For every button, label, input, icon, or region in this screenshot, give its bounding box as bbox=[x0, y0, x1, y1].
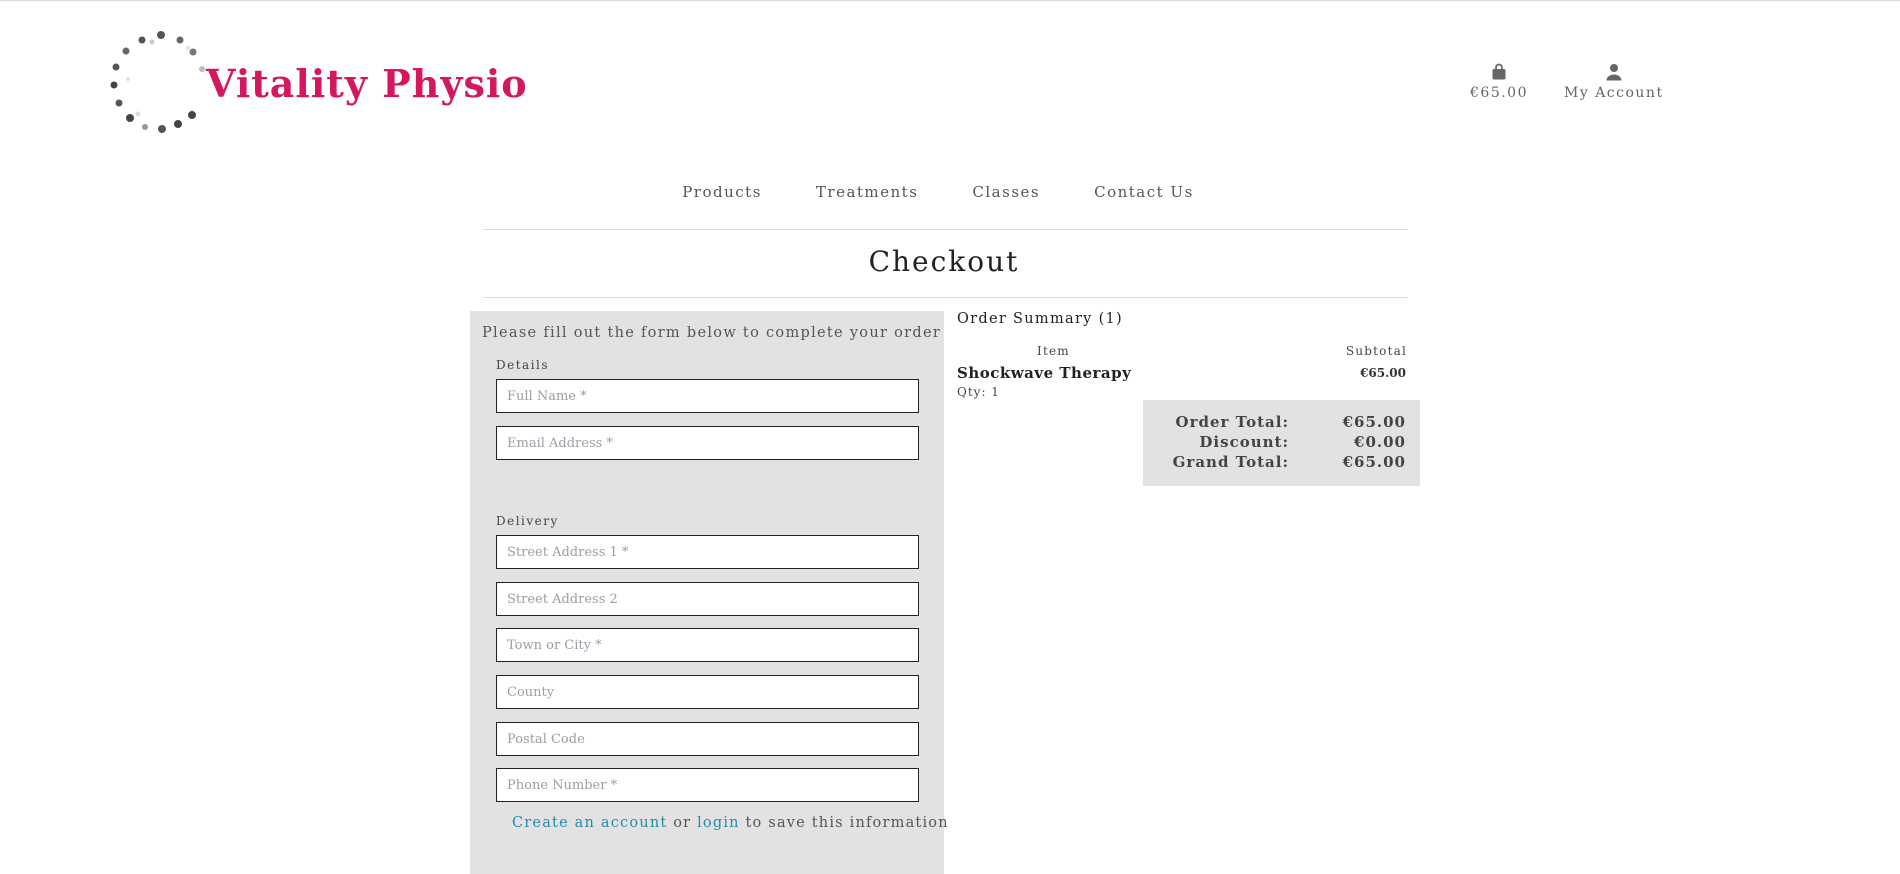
col-head-subtotal: Subtotal bbox=[1345, 344, 1407, 358]
phone-number-input[interactable] bbox=[496, 768, 919, 802]
nav-products[interactable]: Products bbox=[682, 183, 762, 201]
bag-total: €65.00 bbox=[1470, 85, 1528, 101]
details-label: Details bbox=[496, 358, 550, 372]
shopping-bag-button[interactable]: €65.00 bbox=[1470, 63, 1528, 101]
brand-logo[interactable]: Vitality Physio bbox=[108, 29, 528, 137]
delivery-label: Delivery bbox=[496, 514, 559, 528]
divider-bottom bbox=[483, 297, 1408, 298]
order-total-row: Order Total: €65.00 bbox=[1143, 413, 1420, 433]
order-item-qty: Qty: 1 bbox=[957, 385, 1000, 399]
my-account-button[interactable]: My Account bbox=[1564, 63, 1664, 101]
form-intro: Please fill out the form below to comple… bbox=[482, 325, 942, 341]
order-total-label: Order Total: bbox=[1175, 413, 1289, 431]
county-input[interactable] bbox=[496, 675, 919, 709]
order-totals: Order Total: €65.00 Discount: €0.00 Gran… bbox=[1143, 400, 1420, 486]
postal-code-input[interactable] bbox=[496, 722, 919, 756]
shopping-bag-icon bbox=[1492, 63, 1506, 80]
discount-label: Discount: bbox=[1199, 433, 1289, 451]
order-summary-title: Order Summary (1) bbox=[957, 311, 1124, 327]
discount-row: Discount: €0.00 bbox=[1143, 433, 1420, 453]
grand-total-row: Grand Total: €65.00 bbox=[1143, 453, 1420, 473]
street-address-2-input[interactable] bbox=[496, 582, 919, 616]
user-icon bbox=[1606, 64, 1622, 81]
brand-name: Vitality Physio bbox=[206, 61, 528, 106]
grand-total-value: €65.00 bbox=[1342, 453, 1406, 471]
page-title: Checkout bbox=[868, 245, 1020, 278]
header-actions: €65.00 My Account bbox=[1470, 63, 1664, 101]
login-link[interactable]: login bbox=[697, 815, 740, 831]
email-input[interactable] bbox=[496, 426, 919, 460]
street-address-1-input[interactable] bbox=[496, 535, 919, 569]
divider-top bbox=[483, 229, 1408, 230]
main-nav: Products Treatments Classes Contact Us bbox=[0, 183, 1888, 201]
order-item-subtotal: €65.00 bbox=[1360, 366, 1406, 380]
save-info-text: Create an account or login to save this … bbox=[512, 815, 949, 831]
nav-treatments[interactable]: Treatments bbox=[816, 183, 919, 201]
order-total-value: €65.00 bbox=[1342, 413, 1406, 431]
order-item-name: Shockwave Therapy bbox=[957, 364, 1132, 382]
logo-dots-icon bbox=[110, 31, 205, 133]
discount-value: €0.00 bbox=[1354, 433, 1406, 451]
save-info-suffix: to save this information bbox=[745, 815, 949, 831]
checkout-form: Please fill out the form below to comple… bbox=[470, 311, 948, 874]
create-account-link[interactable]: Create an account bbox=[512, 815, 667, 831]
nav-contact-us[interactable]: Contact Us bbox=[1094, 183, 1194, 201]
full-name-input[interactable] bbox=[496, 379, 919, 413]
nav-classes[interactable]: Classes bbox=[972, 183, 1040, 201]
col-head-item: Item bbox=[1037, 344, 1070, 358]
save-info-or: or bbox=[673, 815, 692, 831]
grand-total-label: Grand Total: bbox=[1172, 453, 1289, 471]
my-account-label: My Account bbox=[1564, 85, 1664, 101]
town-city-input[interactable] bbox=[496, 628, 919, 662]
